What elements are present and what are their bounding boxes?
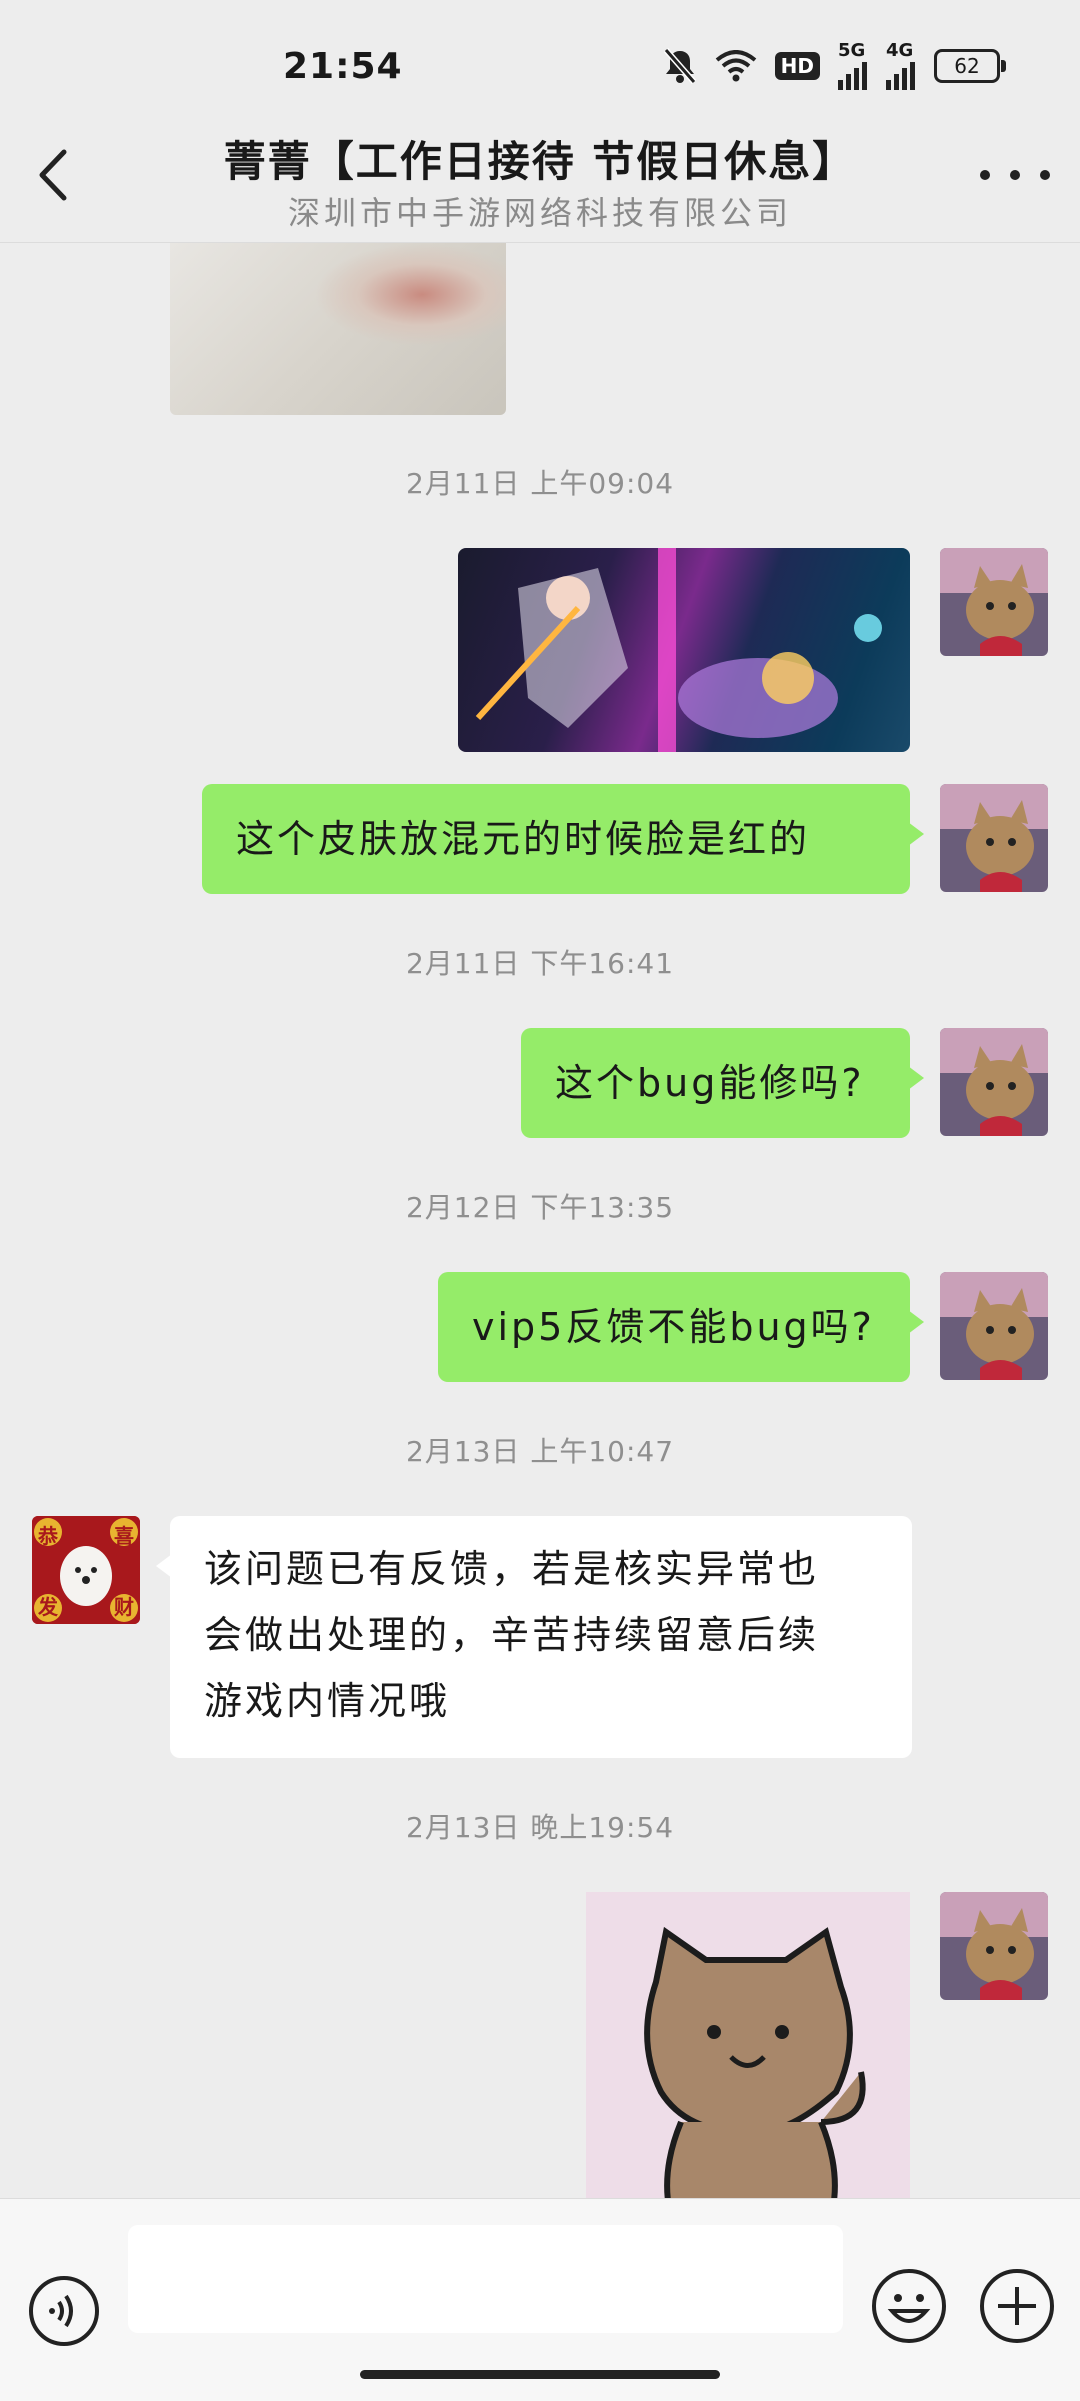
timestamp: 2月12日 下午13:35 bbox=[405, 1191, 675, 1224]
plus-button[interactable] bbox=[978, 2267, 1056, 2345]
mute-bell-icon bbox=[663, 48, 697, 84]
wifi-icon bbox=[715, 50, 757, 82]
chat-subtitle: 深圳市中手游网络科技有限公司 bbox=[287, 194, 792, 232]
my-avatar[interactable] bbox=[940, 1028, 1048, 1136]
avatar-char: 恭 bbox=[38, 1524, 58, 1548]
avatar-char: 发 bbox=[38, 1595, 58, 1619]
outgoing-message[interactable]: 这个皮肤放混元的时候脸是红的 bbox=[202, 784, 924, 894]
outgoing-message[interactable]: vip5反馈不能bug吗? bbox=[438, 1272, 924, 1382]
home-indicator[interactable] bbox=[360, 2370, 720, 2379]
avatar-char: 喜 bbox=[114, 1524, 134, 1548]
timestamp: 2月11日 下午16:41 bbox=[405, 947, 675, 980]
voice-button[interactable] bbox=[28, 2275, 100, 2347]
chat-title: 菁菁【工作日接待 节假日休息】 bbox=[223, 137, 857, 186]
chat-header: 菁菁【工作日接待 节假日休息】 深圳市中手游网络科技有限公司 bbox=[0, 110, 1080, 243]
my-avatar[interactable] bbox=[940, 784, 1048, 892]
my-avatar[interactable] bbox=[940, 548, 1048, 656]
hd-icon: HD bbox=[774, 52, 820, 80]
more-dot bbox=[1010, 170, 1020, 180]
avatar-char: 财 bbox=[114, 1595, 134, 1619]
cat-avatar-icon bbox=[940, 784, 1048, 892]
more-dots-icon bbox=[980, 170, 990, 180]
emoji-button[interactable] bbox=[870, 2267, 948, 2345]
plus-icon bbox=[980, 2269, 1054, 2343]
outgoing-message[interactable]: 这个bug能修吗? bbox=[521, 1028, 924, 1138]
network-label-4g: 4G bbox=[886, 40, 914, 61]
cat-avatar-icon bbox=[940, 1892, 1048, 2000]
message-line: 游戏内情况哦 bbox=[204, 1679, 451, 1723]
message-input[interactable] bbox=[128, 2225, 843, 2333]
timestamp: 2月13日 上午10:47 bbox=[405, 1435, 675, 1468]
voice-icon bbox=[29, 2276, 99, 2346]
network-label-5g: 5G bbox=[838, 40, 866, 61]
message-line: 会做出处理的，辛苦持续留意后续 bbox=[204, 1613, 820, 1657]
battery-icon: 62 bbox=[934, 49, 1006, 83]
incoming-message[interactable]: 该问题已有反馈，若是核实异常也 会做出处理的，辛苦持续留意后续 游戏内情况哦 bbox=[156, 1516, 912, 1758]
4g-signal-icon: 4G bbox=[886, 42, 916, 90]
my-avatar[interactable] bbox=[940, 1892, 1048, 2000]
status-icons: HD 5G 4G 62 bbox=[663, 42, 1006, 90]
agent-avatar[interactable]: 恭 喜 发 财 bbox=[32, 1516, 140, 1624]
status-time: 21:54 bbox=[283, 46, 403, 87]
emoji-icon bbox=[872, 2269, 946, 2343]
message-line: 该问题已有反馈，若是核实异常也 bbox=[204, 1547, 820, 1591]
game-screenshot-message[interactable] bbox=[458, 548, 910, 752]
timestamp: 2月11日 上午09:04 bbox=[405, 467, 675, 500]
cat-avatar-icon bbox=[940, 548, 1048, 656]
game-art-icon bbox=[475, 548, 882, 752]
sticker-message[interactable] bbox=[586, 1892, 910, 2198]
more-button[interactable] bbox=[980, 160, 1050, 190]
cat-avatar-icon bbox=[940, 1272, 1048, 1380]
cat-avatar-icon bbox=[940, 1028, 1048, 1136]
5g-signal-icon: 5G bbox=[838, 42, 868, 90]
cat-sticker-icon bbox=[644, 1926, 866, 2198]
timestamp: 2月13日 晚上19:54 bbox=[405, 1811, 675, 1844]
more-dot bbox=[1040, 170, 1050, 180]
previous-image-message[interactable] bbox=[170, 243, 506, 415]
my-avatar[interactable] bbox=[940, 1272, 1048, 1380]
